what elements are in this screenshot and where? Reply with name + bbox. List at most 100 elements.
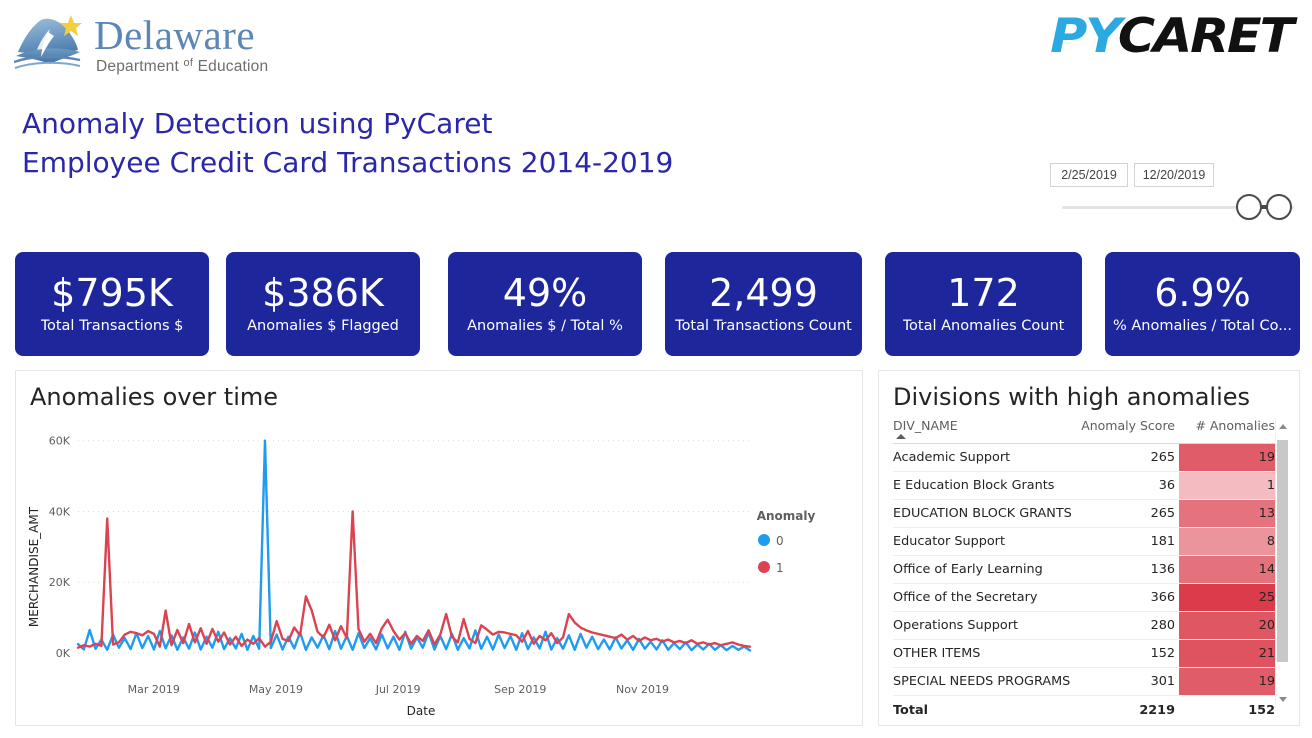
chart-title: Anomalies over time <box>30 383 278 411</box>
logo-sub-pre: Department <box>96 58 184 75</box>
date-range-slicer[interactable]: 2/25/2019 12/20/2019 <box>1050 163 1298 223</box>
pycaret-logo: PYCARET <box>1050 12 1292 62</box>
scrollbar-thumb[interactable] <box>1277 440 1288 662</box>
cell-div-name: Office of the Secretary <box>893 584 1079 612</box>
table-row[interactable]: EDUCATION BLOCK GRANTS26513 <box>893 500 1279 528</box>
page-header: Delaware Department of Education PYCARET <box>0 0 1312 92</box>
y-tick-label: 40K <box>49 505 71 518</box>
end-date-input[interactable]: 12/20/2019 <box>1134 163 1214 187</box>
delaware-logo-mark-icon <box>14 12 88 74</box>
cell-num-anomalies: 20 <box>1179 612 1279 640</box>
cell-num-anomalies: 21 <box>1179 640 1279 668</box>
chart-y-axis-title: MERCHANDISE_AMT <box>27 506 41 627</box>
pycaret-logo-py: PY <box>1050 9 1118 64</box>
y-tick-label: 0K <box>56 647 71 660</box>
anomalies-over-time-line-chart[interactable]: 0K20K40K60K Mar 2019May 2019Jul 2019Sep … <box>16 415 862 725</box>
table-row[interactable]: OTHER ITEMS15221 <box>893 640 1279 668</box>
y-tick-label: 60K <box>49 435 71 448</box>
total-num-anomalies: 152 <box>1179 696 1279 725</box>
table-row[interactable]: Office of Early Learning13614 <box>893 556 1279 584</box>
cell-anomaly-score: 280 <box>1079 612 1179 640</box>
column-header-num-anomalies[interactable]: # Anomalies <box>1179 418 1279 444</box>
kpi-label: Total Transactions $ <box>41 316 184 336</box>
cell-anomaly-score: 366 <box>1079 584 1179 612</box>
kpi-card-anomalies-flagged-amount[interactable]: $386K Anomalies $ Flagged <box>226 252 420 356</box>
kpi-card-total-anomalies-count[interactable]: 172 Total Anomalies Count <box>885 252 1082 356</box>
chart-x-axis-title: Date <box>407 704 436 718</box>
divisions-table-head: DIV_NAME Anomaly Score # Anomalies <box>893 418 1279 444</box>
pycaret-logo-caret: CARET <box>1118 9 1292 64</box>
cell-num-anomalies: 13 <box>1179 500 1279 528</box>
kpi-card-percent-anomalies-of-total-count[interactable]: 6.9% % Anomalies / Total Co... <box>1105 252 1300 356</box>
logo-sub-of: of <box>184 57 194 69</box>
table-row[interactable]: Academic Support26519 <box>893 444 1279 472</box>
legend-label-1: 1 <box>776 561 784 575</box>
delaware-logo-wordmark: Delaware Department of Education <box>94 14 268 76</box>
scroll-up-icon[interactable] <box>1279 424 1287 429</box>
legend-swatch-0 <box>758 534 770 546</box>
table-row[interactable]: Educator Support1818 <box>893 528 1279 556</box>
kpi-value: 172 <box>947 272 1020 314</box>
kpi-label: % Anomalies / Total Co... <box>1113 316 1292 336</box>
table-row[interactable]: Office of the Secretary36625 <box>893 584 1279 612</box>
date-slider-handle-start[interactable] <box>1236 194 1262 220</box>
table-row[interactable]: E Education Block Grants361 <box>893 472 1279 500</box>
logo-sub-post: Education <box>193 58 268 75</box>
cell-div-name: Office of Early Learning <box>893 556 1079 584</box>
y-tick-label: 20K <box>49 576 71 589</box>
date-slider-handle-end[interactable] <box>1266 194 1292 220</box>
kpi-card-total-transactions-count[interactable]: 2,499 Total Transactions Count <box>665 252 862 356</box>
delaware-logo-name: Delaware <box>94 14 268 56</box>
cell-anomaly-score: 152 <box>1079 640 1179 668</box>
anomalies-over-time-chart-panel: Anomalies over time 0K 20K 40K 60K Mar 2019… <box>15 370 863 726</box>
divisions-table: DIV_NAME Anomaly Score # Anomalies Acade… <box>893 418 1279 724</box>
cell-div-name: Academic Support <box>893 444 1079 472</box>
cell-div-name: SPECIAL NEEDS PROGRAMS <box>893 668 1079 696</box>
cell-num-anomalies: 19 <box>1179 444 1279 472</box>
cell-anomaly-score: 265 <box>1079 500 1179 528</box>
kpi-label: Total Transactions Count <box>675 316 852 336</box>
kpi-card-anomalies-percent-of-total[interactable]: 49% Anomalies $ / Total % <box>448 252 642 356</box>
kpi-label: Anomalies $ Flagged <box>247 316 399 336</box>
chart-series-1-line <box>78 511 750 647</box>
chart-series-0-line <box>78 441 750 651</box>
divisions-table-scrollbar[interactable] <box>1275 418 1289 708</box>
cell-num-anomalies: 1 <box>1179 472 1279 500</box>
kpi-label: Total Anomalies Count <box>903 316 1065 336</box>
sort-ascending-icon <box>896 434 906 439</box>
cell-div-name: E Education Block Grants <box>893 472 1079 500</box>
kpi-value: 2,499 <box>709 272 818 314</box>
page-title: Anomaly Detection using PyCaret Employee… <box>22 104 673 182</box>
x-tick-label: May 2019 <box>249 683 303 696</box>
total-anomaly-score: 2219 <box>1079 696 1179 725</box>
table-row[interactable]: SPECIAL NEEDS PROGRAMS30119 <box>893 668 1279 696</box>
cell-div-name: Operations Support <box>893 612 1079 640</box>
legend-swatch-1 <box>758 561 770 573</box>
cell-num-anomalies: 14 <box>1179 556 1279 584</box>
total-label: Total <box>893 696 1079 725</box>
column-header-anomaly-score[interactable]: Anomaly Score <box>1079 418 1179 444</box>
table-row[interactable]: Operations Support28020 <box>893 612 1279 640</box>
cell-div-name: EDUCATION BLOCK GRANTS <box>893 500 1079 528</box>
legend-label-0: 0 <box>776 534 784 548</box>
chart-x-tick-labels: Mar 2019May 2019Jul 2019Sep 2019Nov 2019 <box>128 683 669 696</box>
cell-num-anomalies: 25 <box>1179 584 1279 612</box>
start-date-input[interactable]: 2/25/2019 <box>1050 163 1128 187</box>
kpi-value: 6.9% <box>1154 272 1251 314</box>
cell-div-name: Educator Support <box>893 528 1079 556</box>
x-tick-label: Mar 2019 <box>128 683 180 696</box>
table-title: Divisions with high anomalies <box>893 383 1250 411</box>
scroll-down-icon[interactable] <box>1279 697 1287 702</box>
page-title-line1: Anomaly Detection using PyCaret <box>22 104 673 143</box>
x-tick-label: Sep 2019 <box>494 683 546 696</box>
page-title-line2: Employee Credit Card Transactions 2014-2… <box>22 143 673 182</box>
cell-anomaly-score: 36 <box>1079 472 1179 500</box>
cell-anomaly-score: 265 <box>1079 444 1179 472</box>
delaware-doe-logo: Delaware Department of Education <box>14 12 268 76</box>
kpi-card-total-transactions-amount[interactable]: $795K Total Transactions $ <box>15 252 209 356</box>
divisions-table-foot: Total 2219 152 <box>893 696 1279 725</box>
column-header-div-name-label: DIV_NAME <box>893 418 958 433</box>
column-header-div-name[interactable]: DIV_NAME <box>893 418 1079 444</box>
divisions-with-high-anomalies-panel: Divisions with high anomalies DIV_NAME A… <box>878 370 1300 726</box>
chart-legend: Anomaly 0 1 <box>757 509 816 575</box>
